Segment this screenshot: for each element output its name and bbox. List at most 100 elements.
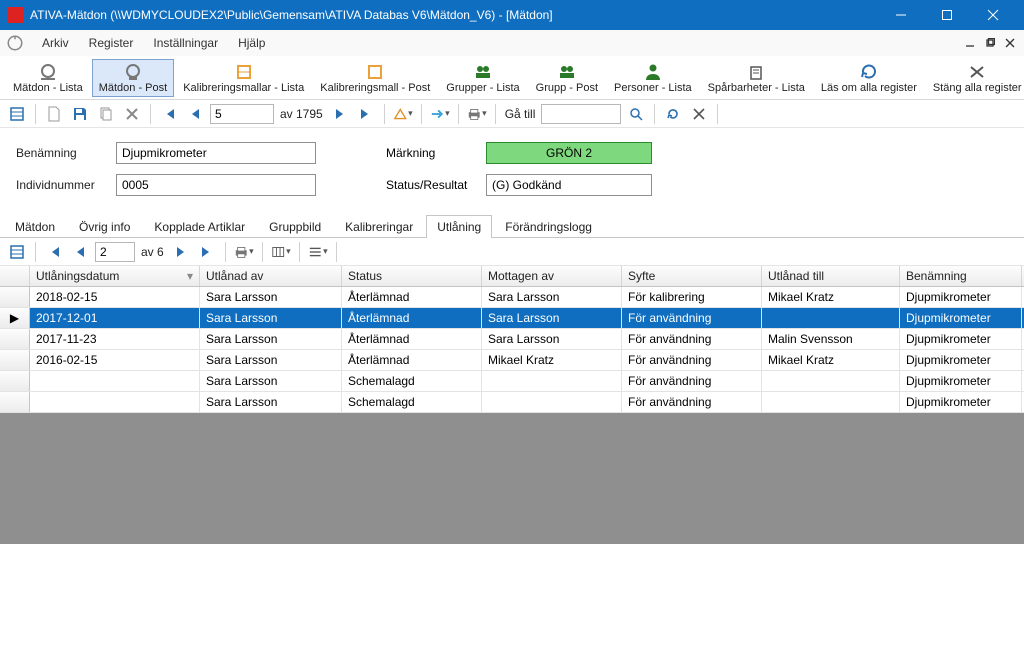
table-row[interactable]: 2018-02-15Sara LarssonÅterlämnadSara Lar… (0, 287, 1024, 308)
cell-utlanad-av: Sara Larsson (200, 329, 342, 349)
close-button[interactable] (970, 0, 1016, 30)
btn-stang-alla[interactable]: Stäng alla register (926, 59, 1024, 97)
btn-sparbarheter-lista[interactable]: Spårbarheter - Lista (701, 59, 812, 97)
sub-nav-next-icon[interactable] (170, 241, 192, 263)
print-icon[interactable]: ▾ (466, 103, 488, 125)
row-indicator (0, 329, 30, 349)
save-icon[interactable] (69, 103, 91, 125)
cell-utlaningsdatum: 2016-02-15 (30, 350, 200, 370)
cell-mottagen-av: Sara Larsson (482, 308, 622, 328)
btn-kalibmall-post[interactable]: Kalibreringsmall - Post (313, 59, 437, 97)
cell-benamning: Djupmikrometer (900, 371, 1022, 391)
row-indicator (0, 350, 30, 370)
sort-desc-icon: ▾ (187, 269, 193, 283)
titlebar: ATIVA-Mätdon (\\WDMYCLOUDEX2\Public\Geme… (0, 0, 1024, 30)
menu-installningar[interactable]: Inställningar (143, 33, 228, 53)
refresh-icon[interactable] (662, 103, 684, 125)
col-benamning[interactable]: Benämning (900, 266, 1022, 286)
btn-matdon-lista[interactable]: Mätdon - Lista (6, 59, 90, 97)
btn-grupper-lista[interactable]: Grupper - Lista (439, 59, 526, 97)
mdi-restore-button[interactable] (982, 36, 998, 50)
sub-nav-first-icon[interactable] (43, 241, 65, 263)
table-row[interactable]: Sara LarssonSchemalagdFör användningDjup… (0, 392, 1024, 413)
individ-label: Individnummer (16, 178, 116, 192)
table-row[interactable]: 2017-11-23Sara LarssonÅterlämnadSara Lar… (0, 329, 1024, 350)
table-row[interactable]: Sara LarssonSchemalagdFör användningDjup… (0, 371, 1024, 392)
main-toolbar: Mätdon - Lista Mätdon - Post Kalibrering… (0, 56, 1024, 100)
cell-syfte: För användning (622, 329, 762, 349)
col-utlanad-av[interactable]: Utlånad av (200, 266, 342, 286)
sub-list-icon[interactable]: ▾ (307, 241, 329, 263)
copy-icon[interactable] (95, 103, 117, 125)
col-status[interactable]: Status (342, 266, 482, 286)
sub-print-icon[interactable]: ▾ (233, 241, 255, 263)
caliper-icon (6, 34, 24, 52)
arrow-right-icon[interactable]: ▾ (429, 103, 451, 125)
clear-icon[interactable] (688, 103, 710, 125)
mdi-minimize-button[interactable] (962, 36, 978, 50)
menu-arkiv[interactable]: Arkiv (32, 33, 79, 53)
row-indicator: ▶ (0, 308, 30, 328)
sub-nav-last-icon[interactable] (196, 241, 218, 263)
cell-utlanad-av: Sara Larsson (200, 392, 342, 412)
tabstrip: Mätdon Övrig info Kopplade Artiklar Grup… (0, 214, 1024, 238)
btn-matdon-post[interactable]: Mätdon - Post (92, 59, 174, 97)
nav-first-icon[interactable] (158, 103, 180, 125)
tab-gruppbild[interactable]: Gruppbild (258, 215, 332, 238)
cell-utlanad-av: Sara Larsson (200, 287, 342, 307)
col-utlanad-till[interactable]: Utlånad till (762, 266, 900, 286)
cell-status: Återlämnad (342, 329, 482, 349)
tab-utlaning[interactable]: Utlåning (426, 215, 492, 238)
delete-icon[interactable] (121, 103, 143, 125)
cell-utlanad-av: Sara Larsson (200, 371, 342, 391)
search-icon[interactable] (625, 103, 647, 125)
col-syfte[interactable]: Syfte (622, 266, 762, 286)
markning-badge: GRÖN 2 (486, 142, 652, 164)
row-indicator (0, 392, 30, 412)
cell-benamning: Djupmikrometer (900, 392, 1022, 412)
table-row[interactable]: 2016-02-15Sara LarssonÅterlämnad Mikael K… (0, 350, 1024, 371)
nav-last-icon[interactable] (355, 103, 377, 125)
tab-kopplade-artiklar[interactable]: Kopplade Artiklar (143, 215, 256, 238)
tab-matdon[interactable]: Mätdon (4, 215, 66, 238)
app-icon (8, 7, 24, 23)
individ-input[interactable] (116, 174, 316, 196)
menu-register[interactable]: Register (79, 33, 144, 53)
tab-ovrig-info[interactable]: Övrig info (68, 215, 141, 238)
col-mottagen-av[interactable]: Mottagen av (482, 266, 622, 286)
nav-position-input[interactable] (210, 104, 274, 124)
sub-nav-of-label: av 6 (139, 245, 166, 259)
btn-kalibmallar-lista[interactable]: Kalibreringsmallar - Lista (176, 59, 311, 97)
menu-hjalp[interactable]: Hjälp (228, 33, 275, 53)
go-to-input[interactable] (541, 104, 621, 124)
minimize-button[interactable] (878, 0, 924, 30)
btn-grupp-post[interactable]: Grupp - Post (529, 59, 605, 97)
nav-prev-icon[interactable] (184, 103, 206, 125)
nav-next-icon[interactable] (329, 103, 351, 125)
cell-mottagen-av (482, 392, 622, 412)
sub-view-icon[interactable] (6, 241, 28, 263)
triangle-icon[interactable]: ▾ (392, 103, 414, 125)
cell-utlanad-till: Mikael Kratz (762, 350, 900, 370)
cell-utlanad-av: Sara Larsson (200, 350, 342, 370)
cell-status: Återlämnad (342, 350, 482, 370)
sub-nav-position-input[interactable] (95, 242, 135, 262)
sub-nav-prev-icon[interactable] (69, 241, 91, 263)
btn-las-om[interactable]: Läs om alla register (814, 59, 924, 97)
new-icon[interactable] (43, 103, 65, 125)
btn-personer-lista[interactable]: Personer - Lista (607, 59, 699, 97)
cell-status: Återlämnad (342, 287, 482, 307)
benamning-input[interactable] (116, 142, 316, 164)
col-utlaningsdatum[interactable]: Utlåningsdatum▾ (30, 266, 200, 286)
cell-utlanad-till: Mikael Kratz (762, 287, 900, 307)
cell-syfte: För användning (622, 308, 762, 328)
tab-forandringslogg[interactable]: Förändringslogg (494, 215, 603, 238)
mdi-close-button[interactable] (1002, 36, 1018, 50)
cell-utlaningsdatum: 2017-12-01 (30, 308, 200, 328)
tab-kalibreringar[interactable]: Kalibreringar (334, 215, 424, 238)
grid-area: Utlåningsdatum▾ Utlånad av Status Mottag… (0, 266, 1024, 544)
table-row[interactable]: ▶2017-12-01Sara LarssonÅterlämnadSara La… (0, 308, 1024, 329)
maximize-button[interactable] (924, 0, 970, 30)
sub-columns-icon[interactable]: ▾ (270, 241, 292, 263)
view-mode-icon[interactable] (6, 103, 28, 125)
